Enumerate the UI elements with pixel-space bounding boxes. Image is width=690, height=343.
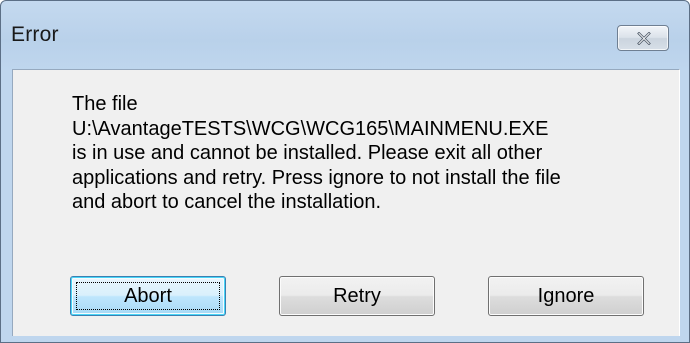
error-message: The file U:\AvantageTESTS\WCG\WCG165\MAI…: [72, 92, 672, 215]
message-line: U:\AvantageTESTS\WCG\WCG165\MAINMENU.EXE: [72, 117, 549, 140]
error-dialog: Error The file U:\AvantageTESTS\WCG\WCG1…: [0, 0, 690, 343]
message-line: is in use and cannot be installed. Pleas…: [72, 142, 543, 164]
ignore-button[interactable]: Ignore: [488, 276, 644, 316]
message-line: and abort to cancel the installation.: [72, 191, 382, 213]
message-line: The file: [72, 93, 138, 115]
abort-button[interactable]: Abort: [70, 276, 226, 316]
retry-button[interactable]: Retry: [279, 276, 435, 316]
close-button[interactable]: [617, 25, 669, 51]
close-icon: [637, 32, 651, 45]
message-line: applications and retry. Press ignore to …: [72, 166, 561, 189]
title-bar[interactable]: Error: [1, 1, 689, 69]
dialog-title: Error: [11, 23, 59, 46]
dialog-body: The file U:\AvantageTESTS\WCG\WCG165\MAI…: [12, 69, 680, 336]
